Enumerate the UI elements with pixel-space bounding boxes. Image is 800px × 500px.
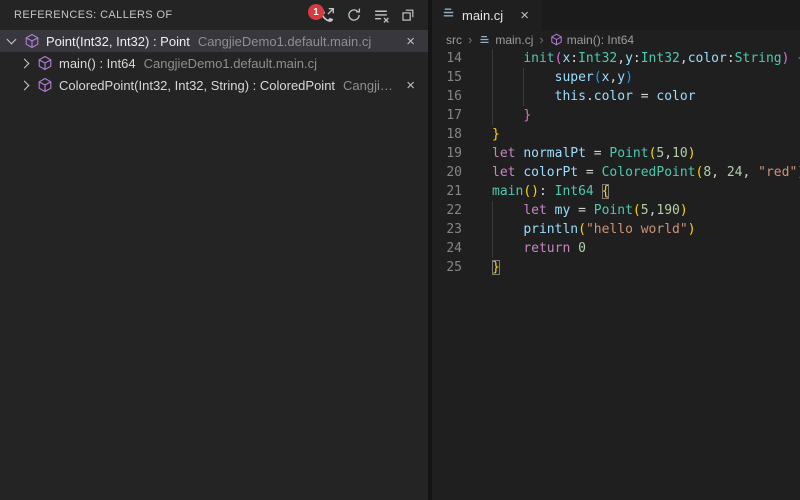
editor-group: main.cj × src › main.cj › main(): Int64 … bbox=[432, 0, 800, 500]
chevron-right-icon[interactable] bbox=[20, 80, 30, 90]
chevron-right-icon: › bbox=[468, 32, 472, 47]
code-line[interactable]: 17 } bbox=[432, 106, 800, 125]
code-text: super(x,y) bbox=[492, 68, 633, 87]
collapse-all-icon[interactable] bbox=[398, 5, 418, 25]
code-line[interactable]: 14 init(x:Int32,y:Int32,color:String) { bbox=[432, 49, 800, 68]
code-text: } bbox=[492, 258, 500, 277]
line-number: 25 bbox=[432, 258, 462, 277]
refresh-icon[interactable] bbox=[344, 5, 364, 25]
code-line[interactable]: 19 let normalPt = Point(5,10) bbox=[432, 144, 800, 163]
chevron-right-icon: › bbox=[539, 32, 543, 47]
line-number: 18 bbox=[432, 125, 462, 144]
tree-row-description: CangjieDemo1.default.main.cj bbox=[144, 56, 418, 71]
code-text: let colorPt = ColoredPoint(8, 24, "red") bbox=[492, 163, 800, 182]
close-icon[interactable]: × bbox=[403, 78, 418, 93]
line-number: 16 bbox=[432, 87, 462, 106]
code-line[interactable]: 20 let colorPt = ColoredPoint(8, 24, "red… bbox=[432, 163, 800, 182]
code-line[interactable]: 23 println("hello world") bbox=[432, 220, 800, 239]
close-icon[interactable]: × bbox=[403, 34, 418, 49]
cangjie-file-icon bbox=[478, 33, 491, 46]
panel-actions: 1 bbox=[317, 5, 418, 25]
line-number: 20 bbox=[432, 163, 462, 182]
indent-guide bbox=[492, 49, 493, 125]
tree-row[interactable]: Point(Int32, Int32) : Point CangjieDemo1.… bbox=[0, 30, 428, 52]
breadcrumb-folder[interactable]: src bbox=[446, 33, 462, 47]
indent-guide bbox=[523, 68, 524, 106]
count-badge: 1 bbox=[308, 4, 324, 20]
code-line[interactable]: 25} bbox=[432, 258, 800, 277]
breadcrumb: src › main.cj › main(): Int64 bbox=[432, 30, 800, 49]
tab-main-cj[interactable]: main.cj × bbox=[432, 0, 542, 30]
breadcrumb-symbol[interactable]: main(): Int64 bbox=[550, 33, 634, 47]
symbol-method-icon bbox=[37, 77, 53, 93]
code-text: println("hello world") bbox=[492, 220, 696, 239]
code-text: return 0 bbox=[492, 239, 586, 258]
code-line[interactable]: 16 this.color = color bbox=[432, 87, 800, 106]
tree-row[interactable]: ColoredPoint(Int32, Int32, String) : Col… bbox=[0, 74, 428, 96]
code-text: } bbox=[492, 106, 531, 125]
tree-row-description: CangjieDemo1.default.main.cj bbox=[198, 34, 397, 49]
clear-list-icon[interactable] bbox=[371, 5, 391, 25]
chevron-right-icon[interactable] bbox=[20, 58, 30, 68]
references-tree: Point(Int32, Int32) : Point CangjieDemo1.… bbox=[0, 30, 428, 500]
code-line[interactable]: 21 main(): Int64 { bbox=[432, 182, 800, 201]
line-number: 21 bbox=[432, 182, 462, 201]
tree-row-label: Point(Int32, Int32) : Point bbox=[46, 34, 190, 49]
code-line[interactable]: 22 let my = Point(5,190) bbox=[432, 201, 800, 220]
code-text: main(): Int64 { bbox=[492, 182, 609, 201]
tree-row-label: ColoredPoint(Int32, Int32, String) : Col… bbox=[59, 78, 335, 93]
code-text: let normalPt = Point(5,10) bbox=[492, 144, 696, 163]
symbol-method-icon bbox=[24, 33, 40, 49]
chevron-down-icon[interactable] bbox=[7, 35, 17, 45]
code-editor[interactable]: 14 init(x:Int32,y:Int32,color:String) {1… bbox=[432, 49, 800, 500]
tree-row-description: Cangjie... bbox=[343, 78, 397, 93]
references-panel: REFERENCES: CALLERS OF 1 bbox=[0, 0, 428, 500]
code-text: init(x:Int32,y:Int32,color:String) { bbox=[492, 49, 800, 68]
symbol-method-icon bbox=[550, 33, 563, 46]
line-number: 22 bbox=[432, 201, 462, 220]
line-number: 15 bbox=[432, 68, 462, 87]
breadcrumb-file[interactable]: main.cj bbox=[478, 33, 533, 47]
tree-row-label: main() : Int64 bbox=[59, 56, 136, 71]
line-number: 24 bbox=[432, 239, 462, 258]
code-line[interactable]: 24 return 0 bbox=[432, 239, 800, 258]
call-outgoing-icon[interactable]: 1 bbox=[317, 5, 337, 25]
line-number: 23 bbox=[432, 220, 462, 239]
references-panel-header: REFERENCES: CALLERS OF 1 bbox=[0, 0, 428, 30]
line-number: 17 bbox=[432, 106, 462, 125]
line-number: 19 bbox=[432, 144, 462, 163]
code-line[interactable]: 18} bbox=[432, 125, 800, 144]
indent-guide bbox=[492, 201, 493, 258]
tab-label: main.cj bbox=[462, 8, 503, 23]
panel-title: REFERENCES: CALLERS OF bbox=[14, 9, 173, 21]
line-number: 14 bbox=[432, 49, 462, 68]
code-text: } bbox=[492, 125, 500, 144]
cangjie-file-icon bbox=[441, 5, 456, 25]
code-text: let my = Point(5,190) bbox=[492, 201, 688, 220]
tab-bar: main.cj × bbox=[432, 0, 800, 30]
tab-close-icon[interactable]: × bbox=[517, 7, 532, 24]
symbol-method-icon bbox=[37, 55, 53, 71]
vscode-window: REFERENCES: CALLERS OF 1 bbox=[0, 0, 800, 500]
tree-row[interactable]: main() : Int64 CangjieDemo1.default.main.… bbox=[0, 52, 428, 74]
code-line[interactable]: 15 super(x,y) bbox=[432, 68, 800, 87]
